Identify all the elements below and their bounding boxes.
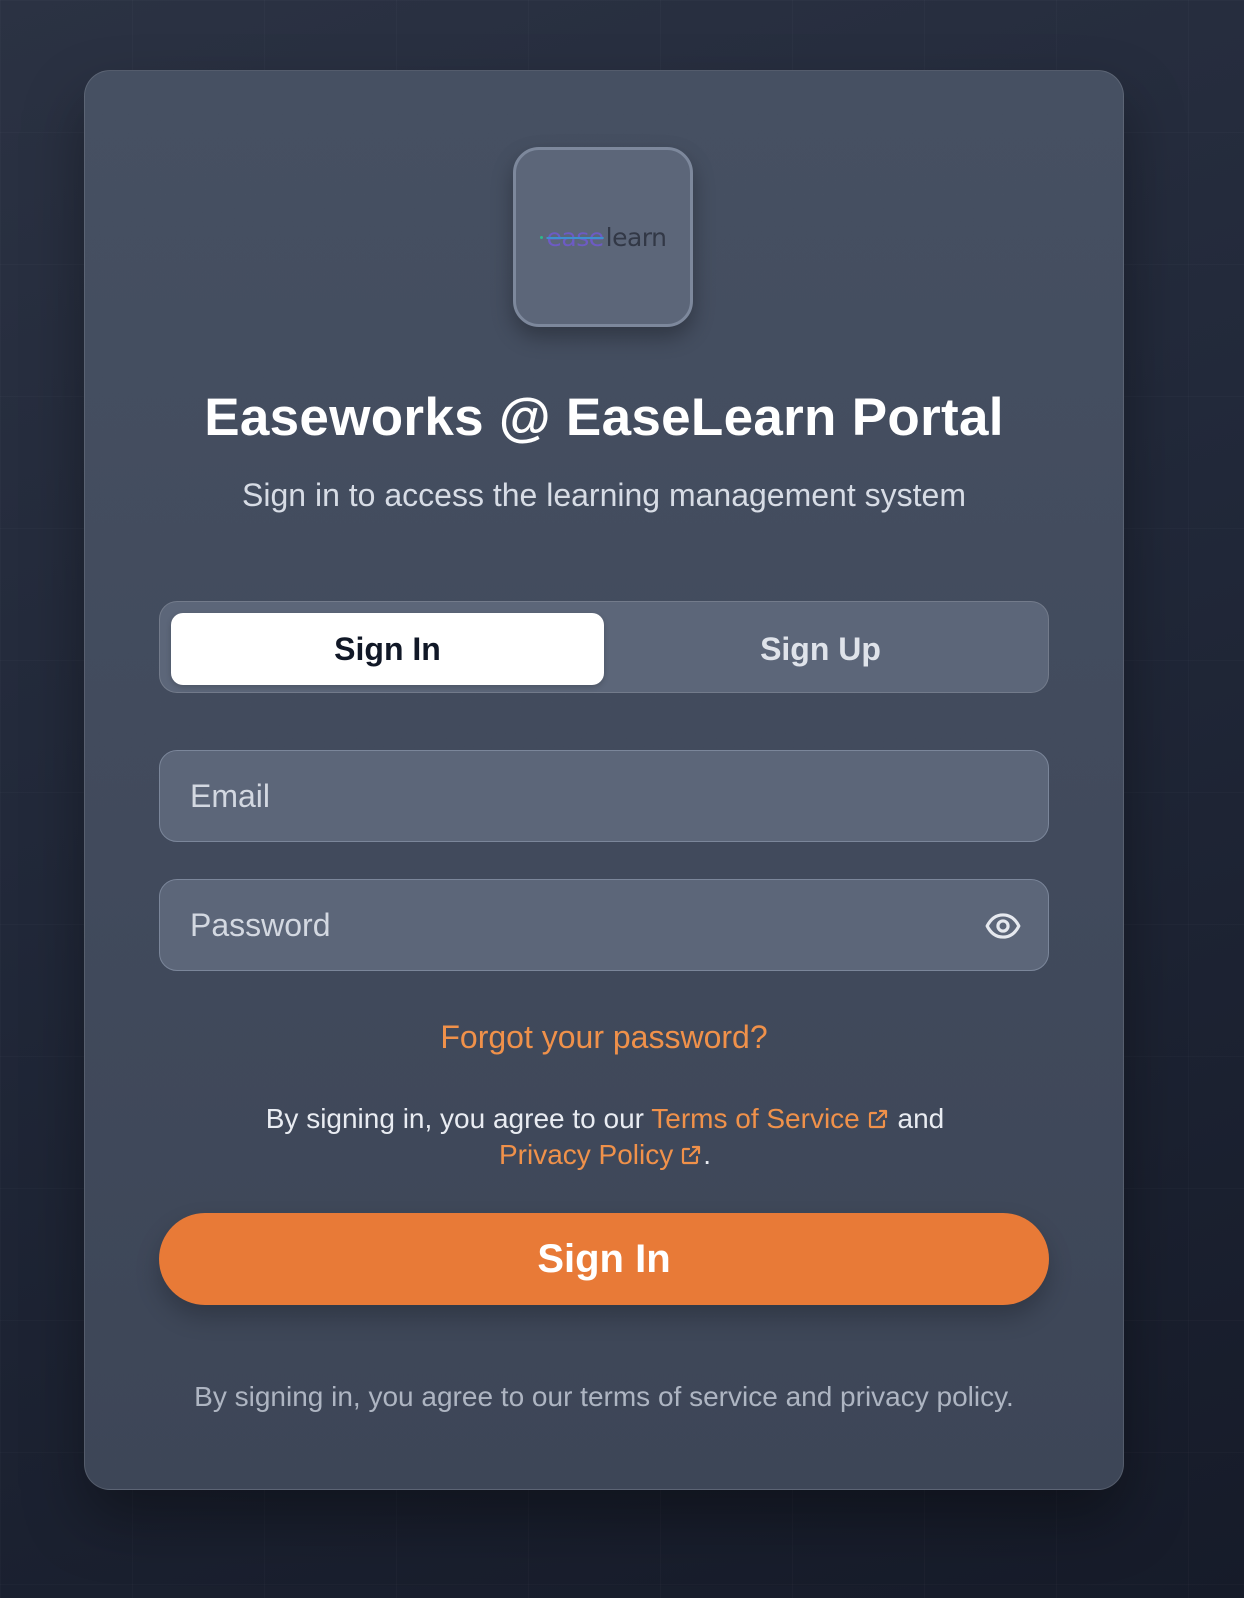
sign-in-button[interactable]: Sign In — [159, 1213, 1049, 1305]
footer-note: By signing in, you agree to our terms of… — [194, 1381, 1014, 1412]
login-card: ease learn Easeworks @ EaseLearn Portal … — [84, 70, 1124, 1490]
legal-middle: and — [889, 1103, 945, 1134]
external-link-icon — [868, 1109, 887, 1129]
eye-icon[interactable] — [984, 907, 1022, 945]
terms-of-service-link[interactable]: Terms of Service — [651, 1103, 890, 1134]
tab-sign-in[interactable]: Sign In — [171, 613, 604, 685]
legal-suffix: . — [703, 1139, 712, 1170]
email-field-container — [159, 750, 1049, 842]
password-field[interactable] — [160, 880, 1048, 970]
password-field-container — [159, 879, 1049, 971]
logo-dot — [539, 235, 543, 239]
forgot-password-row: Forgot your password? — [85, 1015, 1123, 1059]
forgot-password-link[interactable]: Forgot your password? — [440, 1019, 767, 1055]
privacy-policy-label: Privacy Policy — [498, 1139, 674, 1170]
page-subtitle: Sign in to access the learning managemen… — [242, 477, 966, 513]
privacy-policy-link[interactable]: Privacy Policy — [499, 1139, 703, 1170]
logo-ease-text: ease — [546, 222, 605, 252]
page-title: Easeworks @ EaseLearn Portal — [204, 388, 1004, 447]
logo-learn-text: learn — [605, 222, 667, 252]
email-field[interactable] — [160, 751, 1048, 841]
easelearn-logo: ease learn — [539, 222, 667, 252]
app-logo-tile: ease learn — [513, 147, 693, 327]
external-link-icon — [682, 1145, 701, 1165]
auth-mode-tabs: Sign In Sign Up — [159, 601, 1049, 693]
tab-sign-up[interactable]: Sign Up — [604, 613, 1037, 685]
terms-of-service-label: Terms of Service — [651, 1103, 860, 1134]
legal-agreement: By signing in, you agree to our Terms of… — [215, 1101, 995, 1173]
legal-prefix: By signing in, you agree to our — [265, 1103, 652, 1134]
